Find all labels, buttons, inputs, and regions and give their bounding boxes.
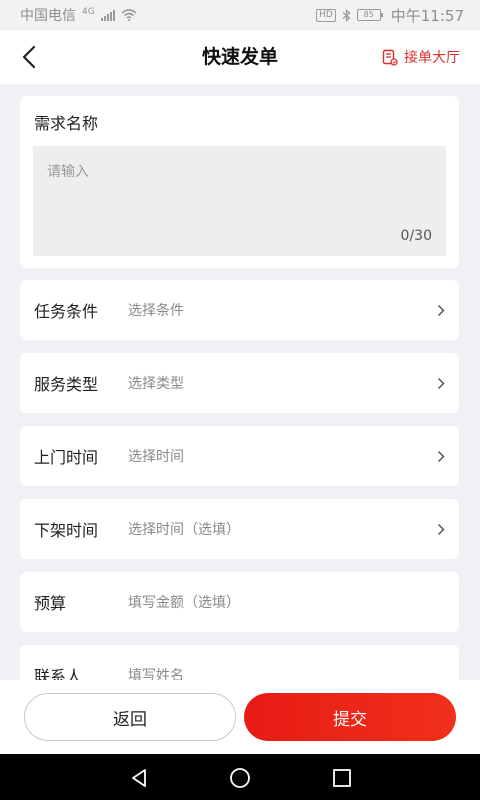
square-recent-icon[interactable] — [331, 767, 353, 789]
row-label: 下架时间 — [34, 521, 99, 540]
system-nav-bar — [0, 754, 480, 800]
chevron-right-icon — [433, 303, 445, 317]
demand-name-placeholder: 请输入 — [47, 164, 89, 180]
row-value: 选择时间（选填） — [128, 522, 240, 538]
row-label: 任务条件 — [34, 302, 99, 321]
submit-button[interactable]: 提交 — [244, 693, 456, 741]
bottom-action-bar: 返回 提交 — [0, 680, 480, 754]
budget-input[interactable]: 填写金额（选填） — [128, 592, 445, 612]
row-value: 选择类型 — [128, 376, 184, 392]
row-contact[interactable]: 联系人 填写姓名 — [20, 645, 459, 680]
carrier-label: 中国电信 — [20, 8, 76, 24]
document-icon — [382, 49, 398, 66]
clock: 中午11:57 — [390, 6, 464, 25]
demand-name-input[interactable]: 请输入 0/30 — [33, 146, 446, 256]
signal-icon — [100, 9, 115, 21]
chevron-right-icon — [433, 376, 445, 390]
row-visit-time[interactable]: 上门时间 选择时间 — [20, 426, 459, 486]
row-label: 服务类型 — [34, 375, 99, 394]
back-button[interactable] — [14, 42, 44, 72]
chevron-right-icon — [433, 522, 445, 536]
row-label: 预算 — [34, 594, 67, 613]
bluetooth-icon — [342, 8, 351, 22]
row-value: 选择条件 — [128, 303, 184, 319]
nav-bar: 快速发单 接单大厅 — [0, 30, 480, 84]
return-button[interactable]: 返回 — [24, 693, 236, 741]
wifi-icon — [121, 9, 137, 21]
order-hall-label: 接单大厅 — [404, 50, 460, 66]
order-hall-link[interactable]: 接单大厅 — [382, 30, 460, 84]
triangle-back-icon[interactable] — [128, 767, 150, 789]
chevron-left-icon — [22, 45, 36, 69]
row-label: 联系人 — [34, 667, 83, 680]
row-task-conditions[interactable]: 任务条件 选择条件 — [20, 280, 459, 340]
character-counter: 0/30 — [400, 228, 432, 244]
demand-name-card: 需求名称 请输入 0/30 — [20, 96, 459, 268]
hd-icon: HD — [316, 8, 336, 22]
row-service-type[interactable]: 服务类型 选择类型 — [20, 353, 459, 413]
contact-name-input[interactable]: 填写姓名 — [128, 665, 445, 680]
circle-home-icon[interactable] — [229, 767, 251, 789]
network-label: 4G — [82, 7, 95, 17]
demand-name-label: 需求名称 — [34, 114, 99, 133]
row-budget[interactable]: 预算 填写金额（选填） — [20, 572, 459, 632]
row-value: 选择时间 — [128, 449, 184, 465]
status-bar: 中国电信 4G HD 85 中午11:57 — [0, 0, 480, 30]
battery-icon: 85 — [356, 9, 383, 21]
row-label: 上门时间 — [34, 448, 99, 467]
row-delist-time[interactable]: 下架时间 选择时间（选填） — [20, 499, 459, 559]
form-content[interactable]: 需求名称 请输入 0/30 任务条件 选择条件 服务类型 选择类型 上门时间 选… — [0, 84, 480, 680]
chevron-right-icon — [433, 449, 445, 463]
